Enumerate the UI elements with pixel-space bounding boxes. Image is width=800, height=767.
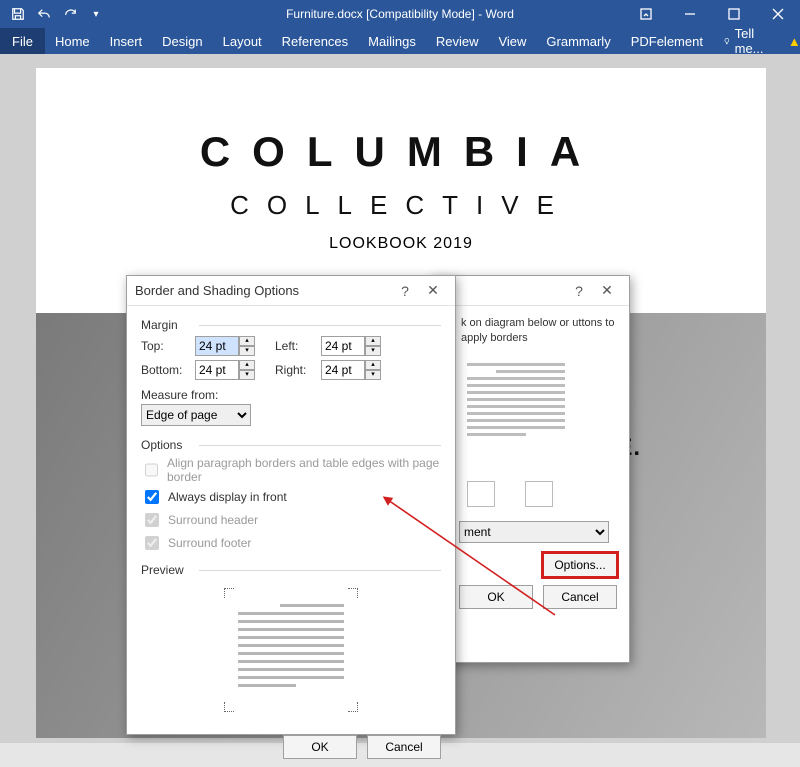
save-icon[interactable] <box>6 2 30 26</box>
label-bottom: Bottom: <box>141 363 189 377</box>
dialog-close-button[interactable]: ✕ <box>419 282 447 299</box>
group-preview: Preview <box>141 563 441 577</box>
tab-grammarly[interactable]: Grammarly <box>536 28 620 54</box>
warning-indicator[interactable]: ▲ <box>778 28 800 54</box>
warning-icon: ▲ <box>788 34 800 49</box>
tab-design[interactable]: Design <box>152 28 212 54</box>
tab-file[interactable]: File <box>0 28 45 54</box>
doc-heading-2: COLLECTIVE <box>36 190 766 221</box>
measure-from-select[interactable]: Edge of page <box>141 404 251 426</box>
minimize-button[interactable] <box>668 0 712 28</box>
ok-button[interactable]: OK <box>283 735 357 759</box>
titlebar: ▾ Furniture.docx [Compatibility Mode] - … <box>0 0 800 28</box>
spin-up[interactable]: ▴ <box>239 360 255 370</box>
spin-down[interactable]: ▾ <box>365 370 381 380</box>
tab-pdfelement[interactable]: PDFelement <box>621 28 713 54</box>
group-margin: Margin <box>141 318 441 332</box>
ok-button[interactable]: OK <box>459 585 533 609</box>
checkbox-surround-header: Surround header <box>141 510 441 530</box>
qat-customize-icon[interactable]: ▾ <box>84 2 108 26</box>
cancel-button[interactable]: Cancel <box>367 735 441 759</box>
tell-me-search[interactable]: Tell me... <box>713 28 778 54</box>
dialog-close-button[interactable]: ✕ <box>593 282 621 299</box>
spin-down[interactable]: ▾ <box>239 370 255 380</box>
ribbon-display-options-icon[interactable] <box>624 0 668 28</box>
doc-subtitle: LOOKBOOK 2019 <box>36 235 766 253</box>
spin-down[interactable]: ▾ <box>239 346 255 356</box>
tab-home[interactable]: Home <box>45 28 100 54</box>
spin-up[interactable]: ▴ <box>365 360 381 370</box>
borders-and-shading-dialog: ? ✕ k on diagram below or uttons to appl… <box>430 275 630 663</box>
close-button[interactable] <box>756 0 800 28</box>
tab-review[interactable]: Review <box>426 28 489 54</box>
tab-mailings[interactable]: Mailings <box>358 28 426 54</box>
tab-references[interactable]: References <box>272 28 358 54</box>
margin-left-spinner[interactable]: ▴▾ <box>321 336 381 356</box>
spin-up[interactable]: ▴ <box>239 336 255 346</box>
margin-bottom-spinner[interactable]: ▴▾ <box>195 360 255 380</box>
cancel-button[interactable]: Cancel <box>543 585 617 609</box>
label-left: Left: <box>275 339 315 353</box>
checkbox-align-borders: Align paragraph borders and table edges … <box>141 456 441 484</box>
label-top: Top: <box>141 339 189 353</box>
preview-pane <box>221 585 361 715</box>
doc-heading-1: COLUMBIA <box>36 128 766 176</box>
options-button[interactable]: Options... <box>543 553 617 577</box>
tab-insert[interactable]: Insert <box>100 28 153 54</box>
border-and-shading-options-dialog: Border and Shading Options ? ✕ Margin To… <box>126 275 456 735</box>
apply-to-select[interactable]: ment <box>459 521 609 543</box>
dialog-title: Border and Shading Options <box>135 283 299 298</box>
lightbulb-icon <box>723 35 731 47</box>
margin-bottom-input[interactable] <box>195 360 239 380</box>
border-left-toggle[interactable] <box>467 481 495 507</box>
label-right: Right: <box>275 363 315 377</box>
margin-top-spinner[interactable]: ▴▾ <box>195 336 255 356</box>
border-right-toggle[interactable] <box>525 481 553 507</box>
margin-right-input[interactable] <box>321 360 365 380</box>
tell-me-label: Tell me... <box>735 26 768 56</box>
margin-left-input[interactable] <box>321 336 365 356</box>
preview-hint-text: k on diagram below or uttons to apply bo… <box>431 306 629 351</box>
undo-icon[interactable] <box>32 2 56 26</box>
margin-top-input[interactable] <box>195 336 239 356</box>
maximize-button[interactable] <box>712 0 756 28</box>
spin-up[interactable]: ▴ <box>365 336 381 346</box>
group-options: Options <box>141 438 441 452</box>
checkbox-always-front[interactable]: Always display in front <box>141 487 441 507</box>
border-preview-diagram[interactable] <box>461 357 571 467</box>
tab-layout[interactable]: Layout <box>213 28 272 54</box>
checkbox-surround-footer: Surround footer <box>141 533 441 553</box>
redo-icon[interactable] <box>58 2 82 26</box>
tab-view[interactable]: View <box>488 28 536 54</box>
ribbon-tabs: File Home Insert Design Layout Reference… <box>0 28 800 54</box>
spin-down[interactable]: ▾ <box>365 346 381 356</box>
dialog-help-button[interactable]: ? <box>391 283 419 299</box>
margin-right-spinner[interactable]: ▴▾ <box>321 360 381 380</box>
label-measure-from: Measure from: <box>141 388 441 402</box>
dialog-help-button[interactable]: ? <box>565 283 593 299</box>
